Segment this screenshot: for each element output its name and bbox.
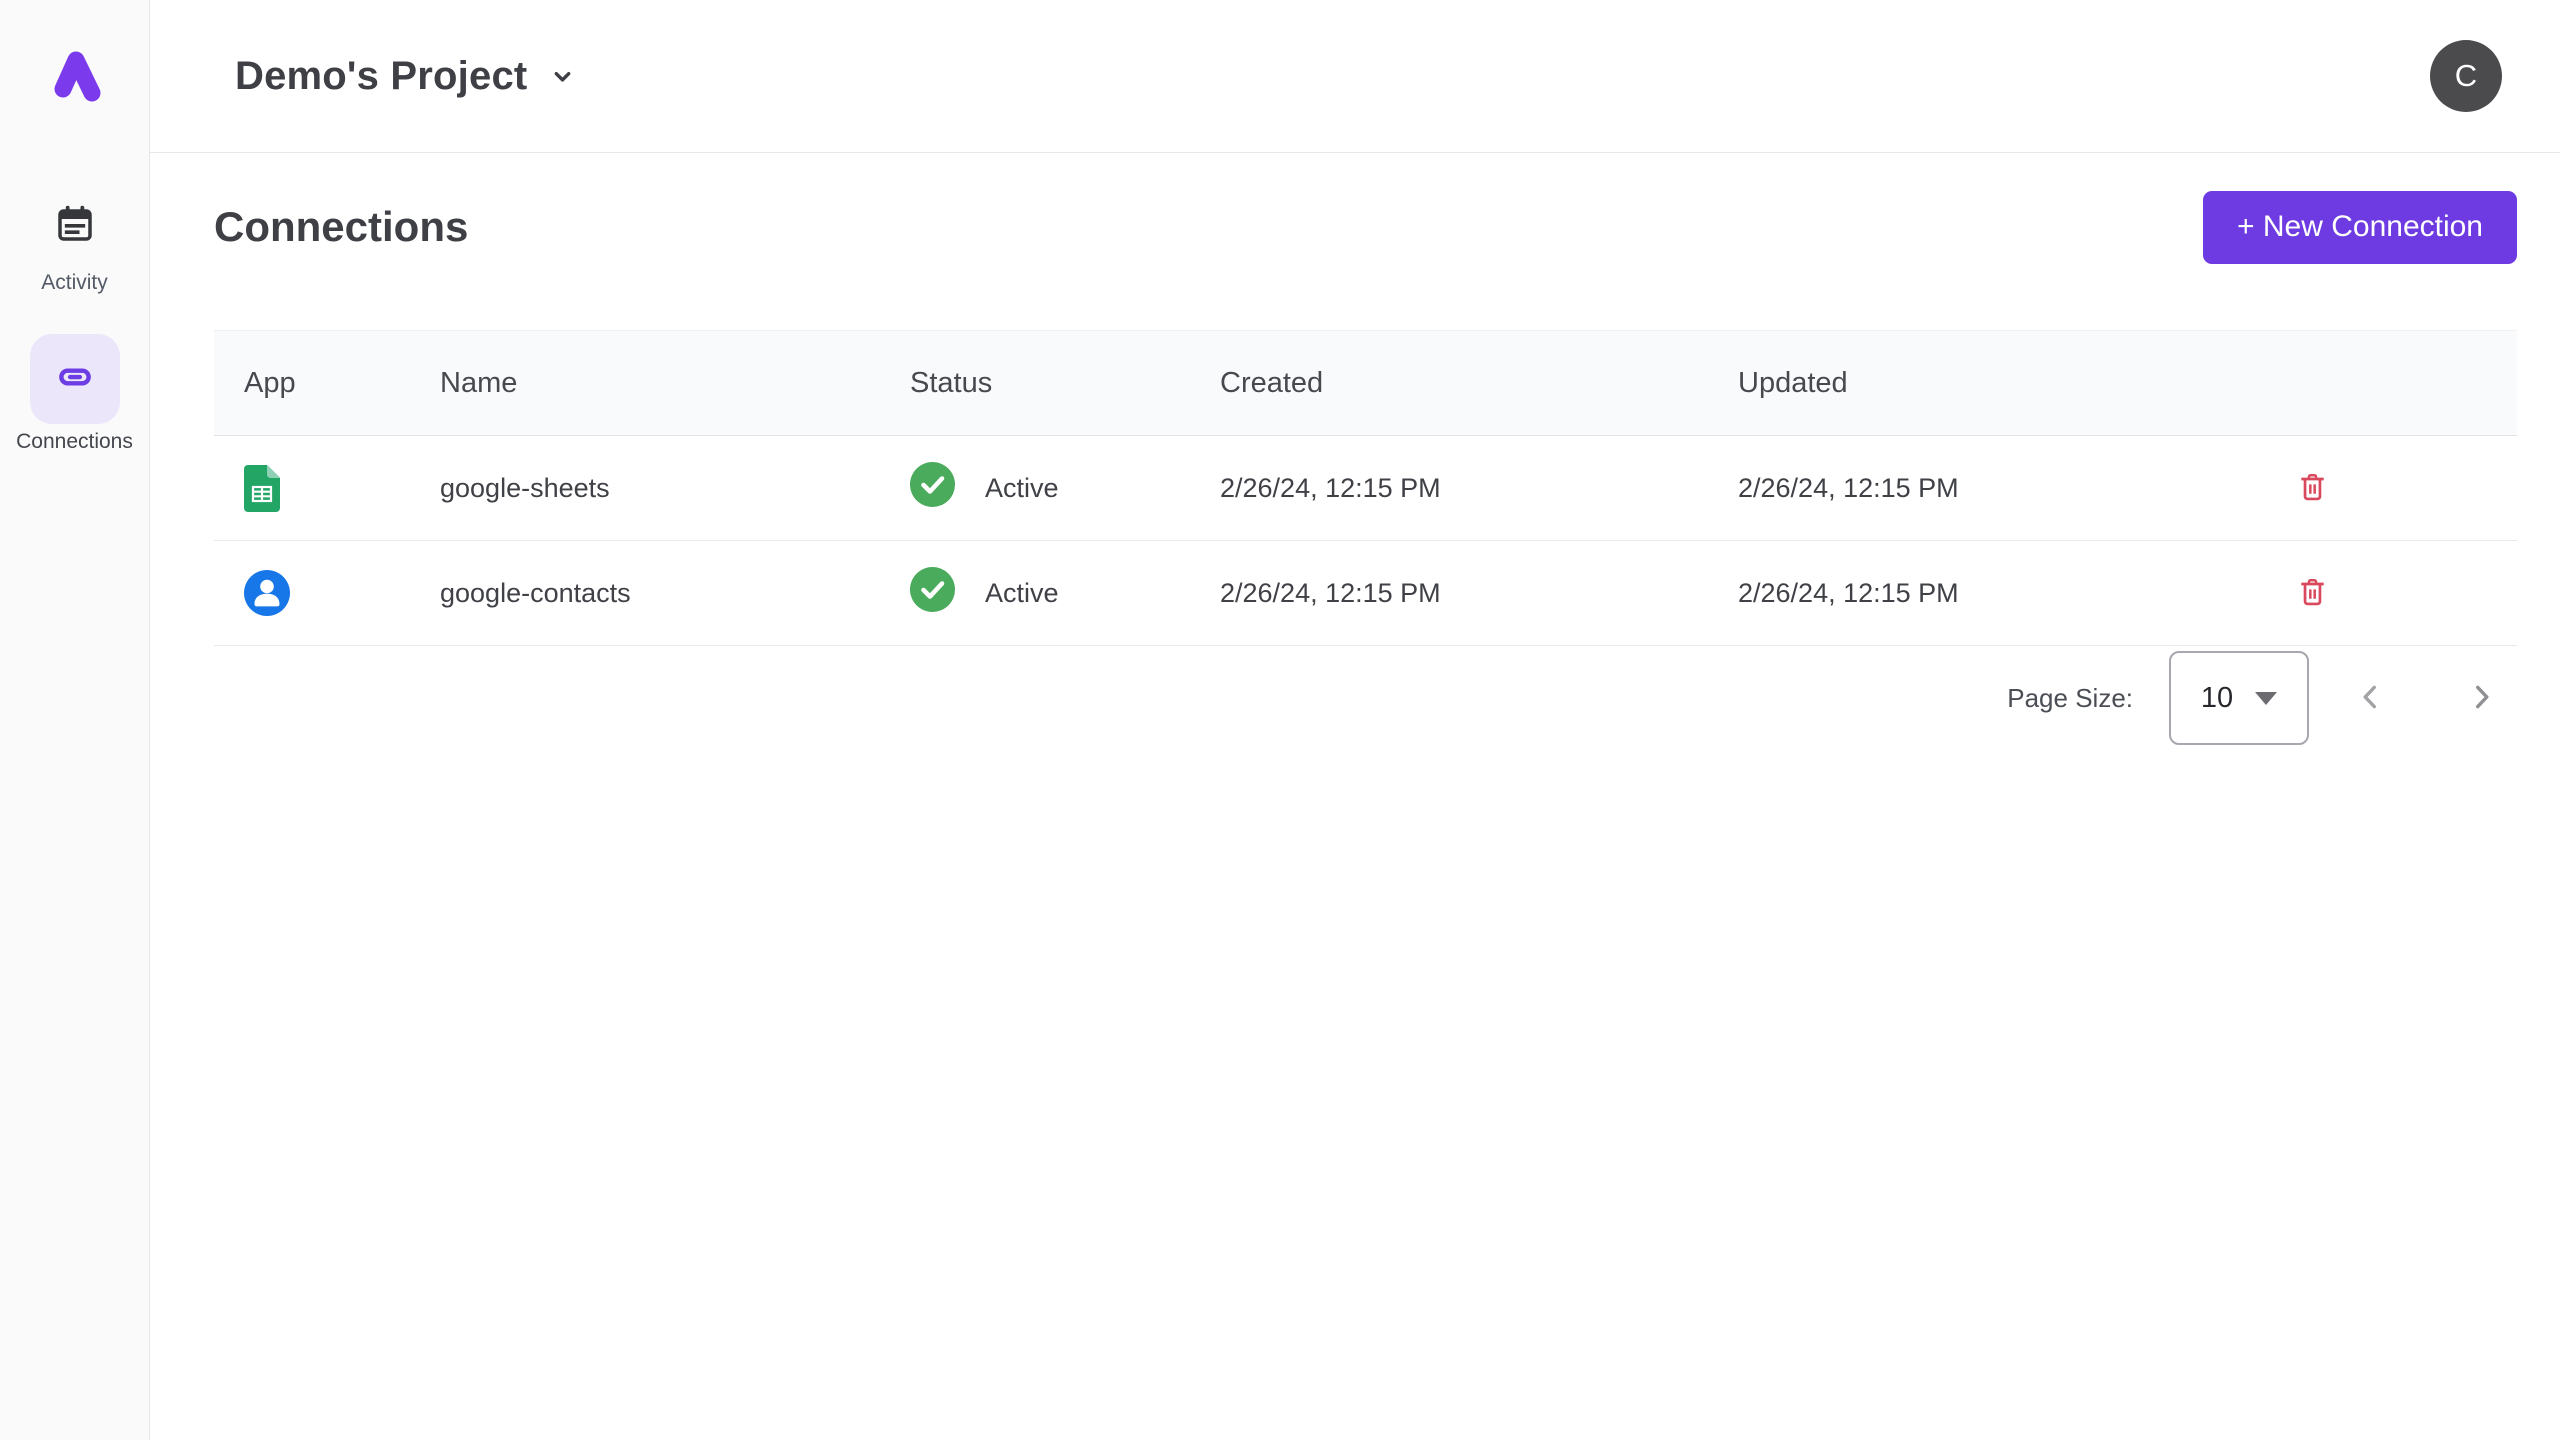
check-circle-icon (910, 567, 955, 619)
page-head: Connections + New Connection (214, 190, 2517, 264)
status-badge: Active (910, 567, 1220, 619)
link-icon (54, 356, 96, 403)
chevron-down-icon (549, 63, 576, 95)
chevron-left-icon (2357, 681, 2383, 716)
google-sheets-icon (244, 465, 440, 512)
sidebar-nav: Activity Connections (16, 106, 133, 453)
avatar-initial: C (2455, 58, 2477, 94)
next-page-button[interactable] (2469, 681, 2495, 716)
main-content: Connections + New Connection App Name St… (150, 154, 2560, 1440)
calendar-icon (53, 202, 97, 246)
created-timestamp: 2/26/24, 12:15 PM (1220, 578, 1738, 609)
project-title: Demo's Project (235, 54, 527, 99)
table-header-row: App Name Status Created Updated (214, 330, 2517, 436)
column-header-updated: Updated (1738, 367, 2298, 400)
column-header-status: Status (910, 367, 1220, 400)
previous-page-button[interactable] (2357, 681, 2383, 716)
sidebar-item-activity[interactable]: Activity (16, 202, 133, 294)
active-nav-highlight (30, 334, 120, 424)
trash-icon (2300, 473, 2325, 504)
column-header-name: Name (440, 367, 910, 400)
page-title: Connections (214, 203, 468, 251)
app-logo-icon[interactable] (43, 42, 107, 106)
status-label: Active (985, 473, 1059, 504)
pagination: Page Size: 10 (214, 648, 2517, 748)
page-size-value: 10 (2201, 682, 2233, 715)
page-size-label: Page Size: (2007, 683, 2133, 714)
project-switcher[interactable]: Demo's Project (235, 54, 576, 99)
delete-connection-button[interactable] (2300, 578, 2325, 609)
column-header-app: App (214, 367, 440, 400)
sidebar: Activity Connections (0, 0, 150, 1440)
created-timestamp: 2/26/24, 12:15 PM (1220, 473, 1738, 504)
updated-timestamp: 2/26/24, 12:15 PM (1738, 578, 2298, 609)
sidebar-item-connections[interactable]: Connections (16, 334, 133, 453)
trash-icon (2300, 578, 2325, 609)
table-row: google-sheets Active 2/26/24, 12:15 PM 2… (214, 436, 2517, 541)
check-circle-icon (910, 462, 955, 514)
status-badge: Active (910, 462, 1220, 514)
page-size-select[interactable]: 10 (2169, 651, 2309, 745)
delete-connection-button[interactable] (2300, 473, 2325, 504)
connection-name: google-contacts (440, 578, 910, 609)
google-contacts-icon (244, 570, 440, 616)
top-header: Demo's Project C (150, 0, 2560, 153)
caret-down-icon (2255, 692, 2277, 705)
column-header-created: Created (1220, 367, 1738, 400)
status-label: Active (985, 578, 1059, 609)
avatar[interactable]: C (2430, 40, 2502, 112)
sidebar-item-label: Connections (16, 431, 133, 453)
sidebar-item-label: Activity (41, 272, 108, 294)
connections-table: App Name Status Created Updated (214, 330, 2517, 748)
chevron-right-icon (2469, 681, 2495, 716)
new-connection-button[interactable]: + New Connection (2203, 191, 2517, 264)
connection-name: google-sheets (440, 473, 910, 504)
updated-timestamp: 2/26/24, 12:15 PM (1738, 473, 2298, 504)
table-row: google-contacts Active 2/26/24, 12:15 PM… (214, 541, 2517, 646)
